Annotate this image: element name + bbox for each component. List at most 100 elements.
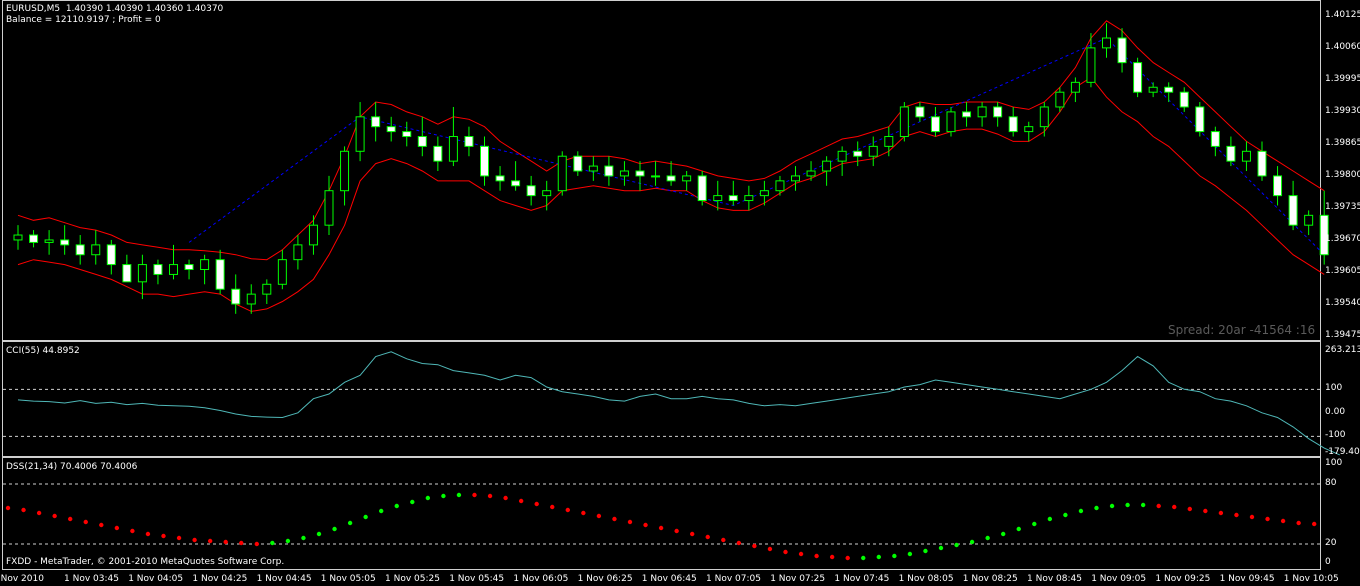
price-tick-label: 1.39475	[1325, 330, 1360, 340]
candle	[246, 284, 256, 314]
candle-body	[884, 136, 894, 147]
candle	[1039, 102, 1049, 137]
dss-dot	[441, 493, 446, 499]
candle-body	[1210, 131, 1220, 147]
dss-dot	[472, 492, 477, 498]
candle-body	[868, 145, 878, 157]
cci-line	[17, 351, 1340, 456]
candle	[791, 166, 800, 191]
dss-dot	[5, 505, 11, 511]
candle	[1226, 136, 1236, 167]
candle-body	[417, 136, 427, 147]
candle	[91, 230, 101, 265]
candle-body	[588, 165, 598, 172]
price-tick-label: 1.39670	[1325, 233, 1360, 244]
candle	[526, 175, 536, 206]
candle	[417, 116, 427, 157]
dss-dot	[767, 546, 773, 552]
candle-body	[915, 106, 925, 118]
dss-dot	[301, 535, 306, 541]
candle-body	[293, 244, 303, 261]
time-tick-label: 1 Nov 04:05	[128, 574, 184, 584]
candle	[153, 259, 163, 285]
dss-dot	[954, 542, 959, 548]
candle-body	[713, 195, 723, 202]
candle	[1304, 210, 1314, 236]
candle	[915, 102, 925, 122]
candle	[899, 102, 909, 142]
candle	[962, 102, 972, 127]
chart-canvas[interactable]	[0, 0, 1360, 586]
candle	[1179, 87, 1189, 112]
candle-body	[511, 180, 521, 187]
candle-body	[1024, 126, 1034, 133]
candle-body	[75, 244, 85, 256]
candle-body	[137, 264, 147, 283]
candle-body	[1257, 150, 1267, 177]
candle-body	[930, 116, 940, 133]
candle	[744, 185, 754, 211]
candle	[231, 274, 241, 314]
candle	[1008, 106, 1018, 137]
time-tick-label: 1 Nov 09:05	[1091, 574, 1147, 584]
candle-body	[433, 145, 443, 162]
candle-body	[44, 239, 54, 243]
candle	[1070, 77, 1080, 103]
dss-dot	[814, 553, 819, 559]
candle-body	[1273, 175, 1283, 197]
candle-body	[993, 106, 1003, 118]
candle	[29, 230, 39, 248]
dss-label: DSS(21,34) 70.4006 70.4006	[6, 462, 138, 472]
candle	[60, 225, 70, 255]
candle	[293, 235, 303, 270]
candle-body	[837, 150, 847, 162]
dss-dot	[565, 507, 570, 513]
dss-dot	[752, 543, 757, 549]
candle-body	[744, 195, 754, 202]
time-tick-label: 1 Nov 09:25	[1155, 574, 1211, 584]
candle-body	[666, 175, 676, 182]
dss-dot	[845, 555, 850, 561]
dss-tick-label: 20	[1325, 538, 1337, 548]
candle-body	[340, 150, 350, 192]
price-tick-label: 1.39735	[1325, 201, 1360, 212]
candle	[884, 126, 894, 157]
candle	[1117, 28, 1127, 73]
candle-body	[91, 244, 101, 256]
dss-dot	[1016, 526, 1021, 532]
time-tick-label: 1 Nov 07:45	[834, 574, 890, 584]
time-tick-label: 1 Nov 06:05	[513, 574, 569, 584]
candle	[1288, 180, 1298, 231]
cci-tick-label: -100	[1325, 430, 1346, 441]
dss-dot	[923, 548, 928, 554]
candle-body	[1102, 37, 1111, 49]
dss-dot	[36, 510, 42, 516]
candle-body	[1055, 91, 1065, 108]
dss-dot	[1172, 504, 1177, 510]
candle-body	[29, 234, 39, 243]
dss-dot	[534, 501, 539, 507]
dss-dot	[612, 516, 617, 522]
candle-body	[635, 170, 645, 177]
candle	[386, 116, 396, 142]
candle	[1241, 141, 1251, 171]
dss-dot	[783, 549, 788, 555]
candle	[355, 102, 365, 162]
candle	[604, 156, 614, 186]
candle-body	[1164, 86, 1174, 93]
dss-dot	[876, 554, 881, 560]
candle-body	[1195, 106, 1205, 133]
candle	[588, 156, 598, 181]
dss-dot	[1203, 508, 1208, 514]
dss-dot	[627, 519, 633, 525]
dss-dot	[239, 540, 244, 546]
time-tick-label: 1 Nov 10:05	[1283, 574, 1339, 584]
candle-body	[184, 264, 194, 271]
dss-dot	[99, 522, 104, 528]
dss-dot	[379, 508, 384, 514]
time-tick-label: 1 Nov 05:45	[449, 574, 505, 584]
candle	[806, 161, 816, 181]
dss-dot	[254, 541, 259, 547]
candle	[340, 146, 350, 206]
candle-body	[962, 111, 972, 118]
